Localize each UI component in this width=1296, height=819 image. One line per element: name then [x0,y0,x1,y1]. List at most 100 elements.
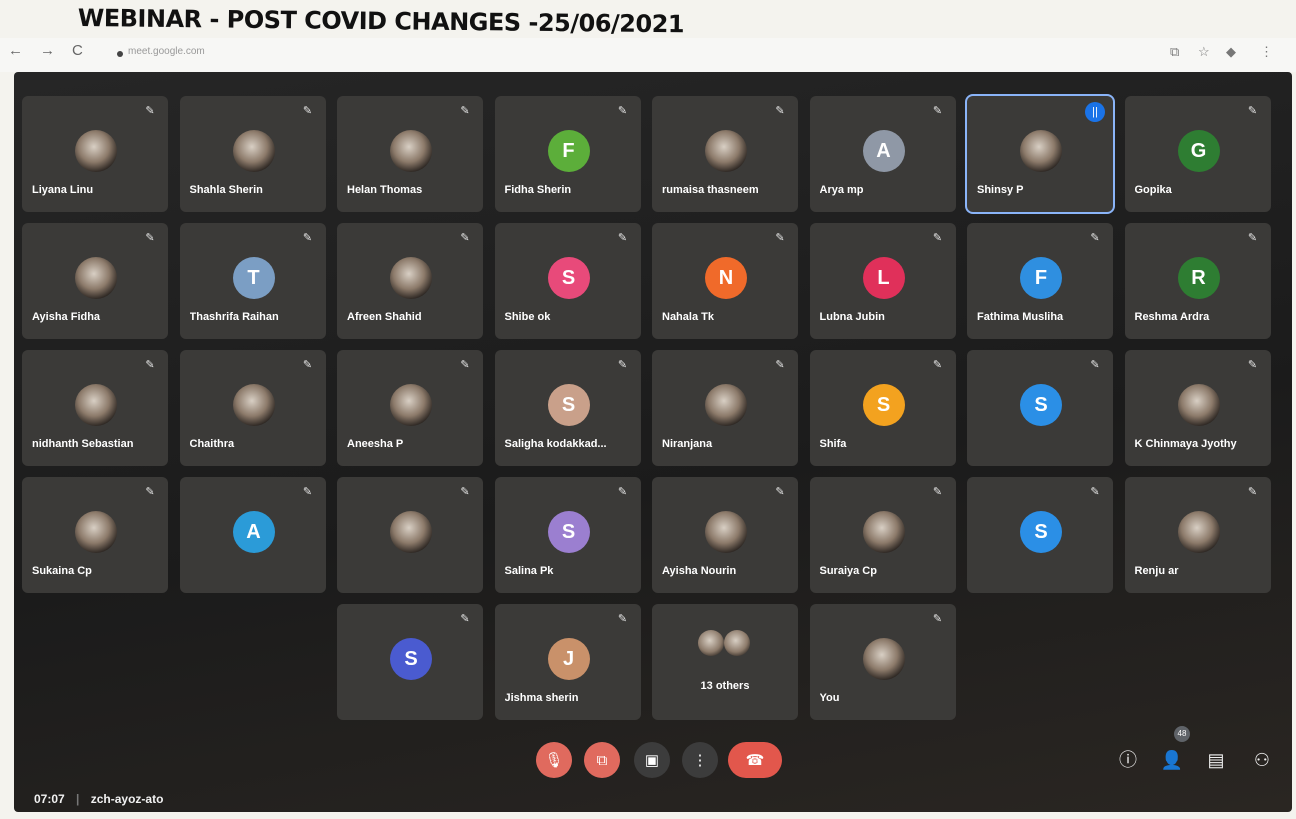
participant-tile[interactable]: J Jishma sherin ✎ [494,604,641,720]
forward-icon[interactable]: → [40,42,55,59]
participant-tile[interactable]: S ✎ [967,350,1113,466]
participant-tile[interactable]: Ayisha Fidha ✎ [22,223,168,339]
address-bar[interactable]: meet.google.com [128,46,205,57]
present-button[interactable]: ▣ [634,742,670,778]
extension-icon[interactable]: ⧉ [1170,44,1179,60]
muted-mic-icon: ✎ [932,486,943,498]
participant-name: Shahla Sherin [189,184,263,196]
participant-name: Shifa [819,438,847,450]
participant-avatar [390,257,432,299]
participant-tile[interactable]: Sukaina Cp ✎ [22,477,168,593]
meeting-info-icon[interactable]: ⓘ [1116,748,1140,772]
participant-tile[interactable]: S Shibe ok ✎ [494,223,641,339]
participant-tile[interactable]: L Lubna Jubin ✎ [809,223,956,339]
participant-name: Arya mp [819,184,864,196]
reload-icon[interactable]: C [72,42,83,59]
participant-tile[interactable]: Aneesha P ✎ [337,350,483,466]
participant-tile[interactable]: Helan Thomas ✎ [337,96,483,212]
self-tile[interactable]: You ✎ [809,604,956,720]
profile-icon[interactable]: ◆ [1226,44,1236,60]
participant-tile[interactable]: T Thashrifa Raihan ✎ [179,223,326,339]
participant-tile[interactable]: F Fidha Sherin ✎ [494,96,641,212]
webinar-caption: WEBINAR - POST COVID CHANGES -25/06/2021 [77,4,685,39]
site-info-icon[interactable] [117,51,123,57]
participant-name: nidhanth Sebastian [32,438,134,450]
participant-tile[interactable]: ✎ [337,477,483,593]
participant-name: Suraiya Cp [819,565,877,577]
participant-avatar: S [1020,511,1062,553]
participant-avatar [705,130,747,172]
participant-tile[interactable]: A Arya mp ✎ [809,96,956,212]
participant-avatar [390,130,432,172]
participant-tile[interactable]: S Salina Pk ✎ [494,477,641,593]
participant-tile[interactable]: Ayisha Nourin ✎ [652,477,798,593]
muted-mic-icon: ✎ [302,359,313,371]
chat-icon[interactable]: ▤ [1204,748,1228,772]
participant-tile[interactable]: Shahla Sherin ✎ [179,96,326,212]
participant-tile[interactable]: N Nahala Tk ✎ [652,223,798,339]
participant-name: Shinsy P [977,184,1024,196]
others-label: 13 others [700,680,750,692]
participant-tile[interactable]: Renju ar ✎ [1124,477,1271,593]
participant-avatar [75,511,117,553]
participant-tile[interactable]: S ✎ [967,477,1113,593]
participant-avatar [705,384,747,426]
self-avatar [862,638,905,680]
participant-name: Fidha Sherin [504,184,572,196]
muted-mic-icon: ✎ [617,232,628,244]
muted-mic-icon: ✎ [617,359,628,371]
participant-tile[interactable]: rumaisa thasneem ✎ [652,96,798,212]
participant-tile[interactable]: Suraiya Cp ✎ [809,477,956,593]
people-icon[interactable]: 👤 [1160,748,1184,772]
participant-name: rumaisa thasneem [662,184,759,196]
muted-mic-icon: ✎ [617,486,628,498]
participant-tile[interactable]: S ✎ [337,604,483,720]
participant-tile[interactable]: S Saligha kodakkad... ✎ [494,350,641,466]
participant-avatar: R [1177,257,1220,299]
others-avatar [724,630,750,656]
participant-tile[interactable]: A ✎ [179,477,326,593]
participant-tile[interactable]: S Shifa ✎ [809,350,956,466]
more-options-button[interactable]: ⋮ [682,742,718,778]
camera-toggle-button[interactable]: ⧉ [584,742,620,778]
participant-avatar [705,511,747,553]
participant-tile[interactable]: K Chinmaya Jyothy ✎ [1124,350,1271,466]
muted-mic-icon: ✎ [460,232,470,244]
muted-mic-icon: ✎ [302,105,313,117]
muted-mic-icon: ✎ [932,613,943,625]
participant-avatar: S [862,384,905,426]
participant-tile[interactable]: G Gopika ✎ [1124,96,1271,212]
participant-tile[interactable]: Liyana Linu ✎ [22,96,168,212]
end-call-icon: ☎ [745,752,765,769]
mic-toggle-button[interactable]: 🎙 [536,742,572,778]
activities-icon[interactable]: ⚇ [1250,748,1274,772]
participant-name: Gopika [1134,184,1172,196]
leave-call-button[interactable]: ☎ [728,742,782,778]
back-icon[interactable]: ← [8,42,23,59]
muted-mic-icon: ✎ [1247,232,1258,244]
participant-avatar: A [232,511,275,553]
participant-tile[interactable]: F Fathima Musliha ✎ [967,223,1113,339]
participant-avatar: F [1020,257,1062,299]
muted-mic-icon: ✎ [617,613,628,625]
participant-avatar: N [705,257,747,299]
participant-name: Liyana Linu [32,184,94,196]
meeting-separator: | [76,792,80,806]
participant-tile[interactable]: R Reshma Ardra ✎ [1124,223,1271,339]
participant-tile[interactable]: nidhanth Sebastian ✎ [22,350,168,466]
participant-name: Lubna Jubin [819,311,885,323]
browser-menu-icon[interactable]: ⋮ [1260,44,1273,60]
muted-mic-icon: ✎ [1090,232,1100,244]
participant-tile[interactable]: Shinsy P || [967,96,1113,212]
muted-mic-icon: ✎ [460,613,470,625]
participant-tile[interactable]: Chaithra ✎ [179,350,326,466]
meeting-details[interactable]: 07:07 | zch-ayoz-ato [34,792,163,806]
muted-mic-icon: ✎ [932,105,943,117]
participant-tile[interactable]: Niranjana ✎ [652,350,798,466]
participant-avatar: J [547,638,590,680]
participant-avatar: T [232,257,275,299]
bookmark-star-icon[interactable]: ☆ [1198,44,1210,60]
others-tile[interactable]: 13 others [652,604,798,720]
participant-tile[interactable]: Afreen Shahid ✎ [337,223,483,339]
participant-name: K Chinmaya Jyothy [1134,438,1237,450]
